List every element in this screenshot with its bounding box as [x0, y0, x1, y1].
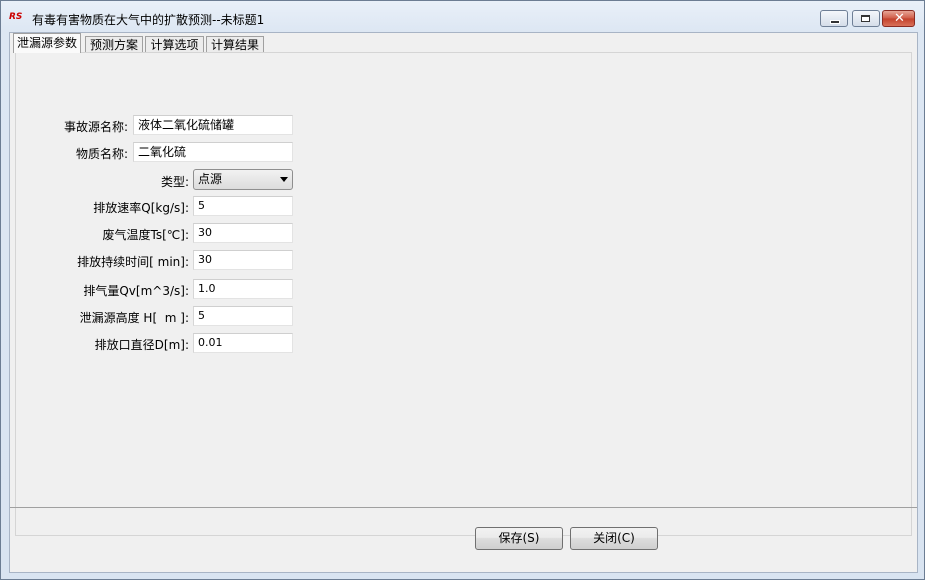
gas-volume-label: 排气量Qv[m^3/s]:: [83, 284, 189, 298]
app-logo-icon: RS: [9, 12, 23, 22]
gas-temperature-input[interactable]: 30: [193, 223, 293, 243]
substance-name-label: 物质名称:: [75, 147, 128, 161]
maximize-icon: [861, 15, 870, 22]
maximize-button[interactable]: [852, 10, 880, 27]
client-area: 泄漏源参数 预测方案 计算选项 计算结果 事故源名称: 液体二氧化硫储罐 物质名…: [9, 32, 918, 573]
outlet-diameter-row: 排放口直径D[m]:: [16, 333, 189, 353]
close-window-button[interactable]: ✕: [882, 10, 915, 27]
footer-divider: [10, 507, 917, 508]
emission-rate-label: 排放速率Q[kg/s]:: [93, 201, 189, 215]
substance-name-row: 物质名称:: [16, 142, 128, 162]
outlet-diameter-input[interactable]: 0.01: [193, 333, 293, 353]
emission-duration-input[interactable]: 30: [193, 250, 293, 270]
gas-volume-input[interactable]: 1.0: [193, 279, 293, 299]
close-icon: ✕: [894, 11, 905, 26]
gas-temperature-label: 废气温度Ts[℃]:: [102, 228, 189, 242]
source-name-row: 事故源名称:: [16, 115, 128, 135]
type-select-value: 点源: [198, 172, 223, 186]
emission-rate-row: 排放速率Q[kg/s]:: [16, 196, 189, 216]
gas-volume-row: 排气量Qv[m^3/s]:: [16, 279, 189, 299]
window-title: 有毒有害物质在大气中的扩散预测--未标题1: [32, 13, 265, 27]
save-button[interactable]: 保存(S): [475, 527, 563, 550]
type-label: 类型:: [160, 175, 189, 189]
title-bar[interactable]: RS 有毒有害物质在大气中的扩散预测--未标题1 ✕: [1, 1, 924, 33]
emission-duration-label: 排放持续时间[ min]:: [77, 255, 189, 269]
source-name-label: 事故源名称:: [63, 120, 128, 134]
outlet-diameter-label: 排放口直径D[m]:: [94, 338, 189, 352]
minimize-icon: [830, 20, 840, 24]
leak-source-panel: 事故源名称: 液体二氧化硫储罐 物质名称: 二氧化硫 类型: 点源 排放速率Q[…: [15, 52, 912, 536]
minimize-button[interactable]: [820, 10, 848, 27]
dropdown-arrow-icon: [280, 177, 288, 182]
tab-calc-results[interactable]: 计算结果: [206, 36, 264, 53]
source-height-label: 泄漏源高度 H[ m ]:: [79, 311, 189, 325]
tab-calc-options[interactable]: 计算选项: [145, 36, 204, 53]
tab-prediction-scheme[interactable]: 预测方案: [85, 36, 143, 53]
substance-name-input[interactable]: 二氧化硫: [133, 142, 293, 162]
type-select[interactable]: 点源: [193, 169, 293, 190]
source-height-input[interactable]: 5: [193, 306, 293, 326]
tab-leak-source-params[interactable]: 泄漏源参数: [13, 33, 81, 53]
source-height-row: 泄漏源高度 H[ m ]:: [16, 306, 189, 326]
source-name-input[interactable]: 液体二氧化硫储罐: [133, 115, 293, 135]
emission-duration-row: 排放持续时间[ min]:: [16, 250, 189, 270]
emission-rate-input[interactable]: 5: [193, 196, 293, 216]
gas-temperature-row: 废气温度Ts[℃]:: [16, 223, 189, 243]
close-button[interactable]: 关闭(C): [570, 527, 658, 550]
app-window: RS 有毒有害物质在大气中的扩散预测--未标题1 ✕ 泄漏源参数 预测方案 计算…: [0, 0, 925, 580]
type-row: 类型:: [16, 170, 189, 190]
